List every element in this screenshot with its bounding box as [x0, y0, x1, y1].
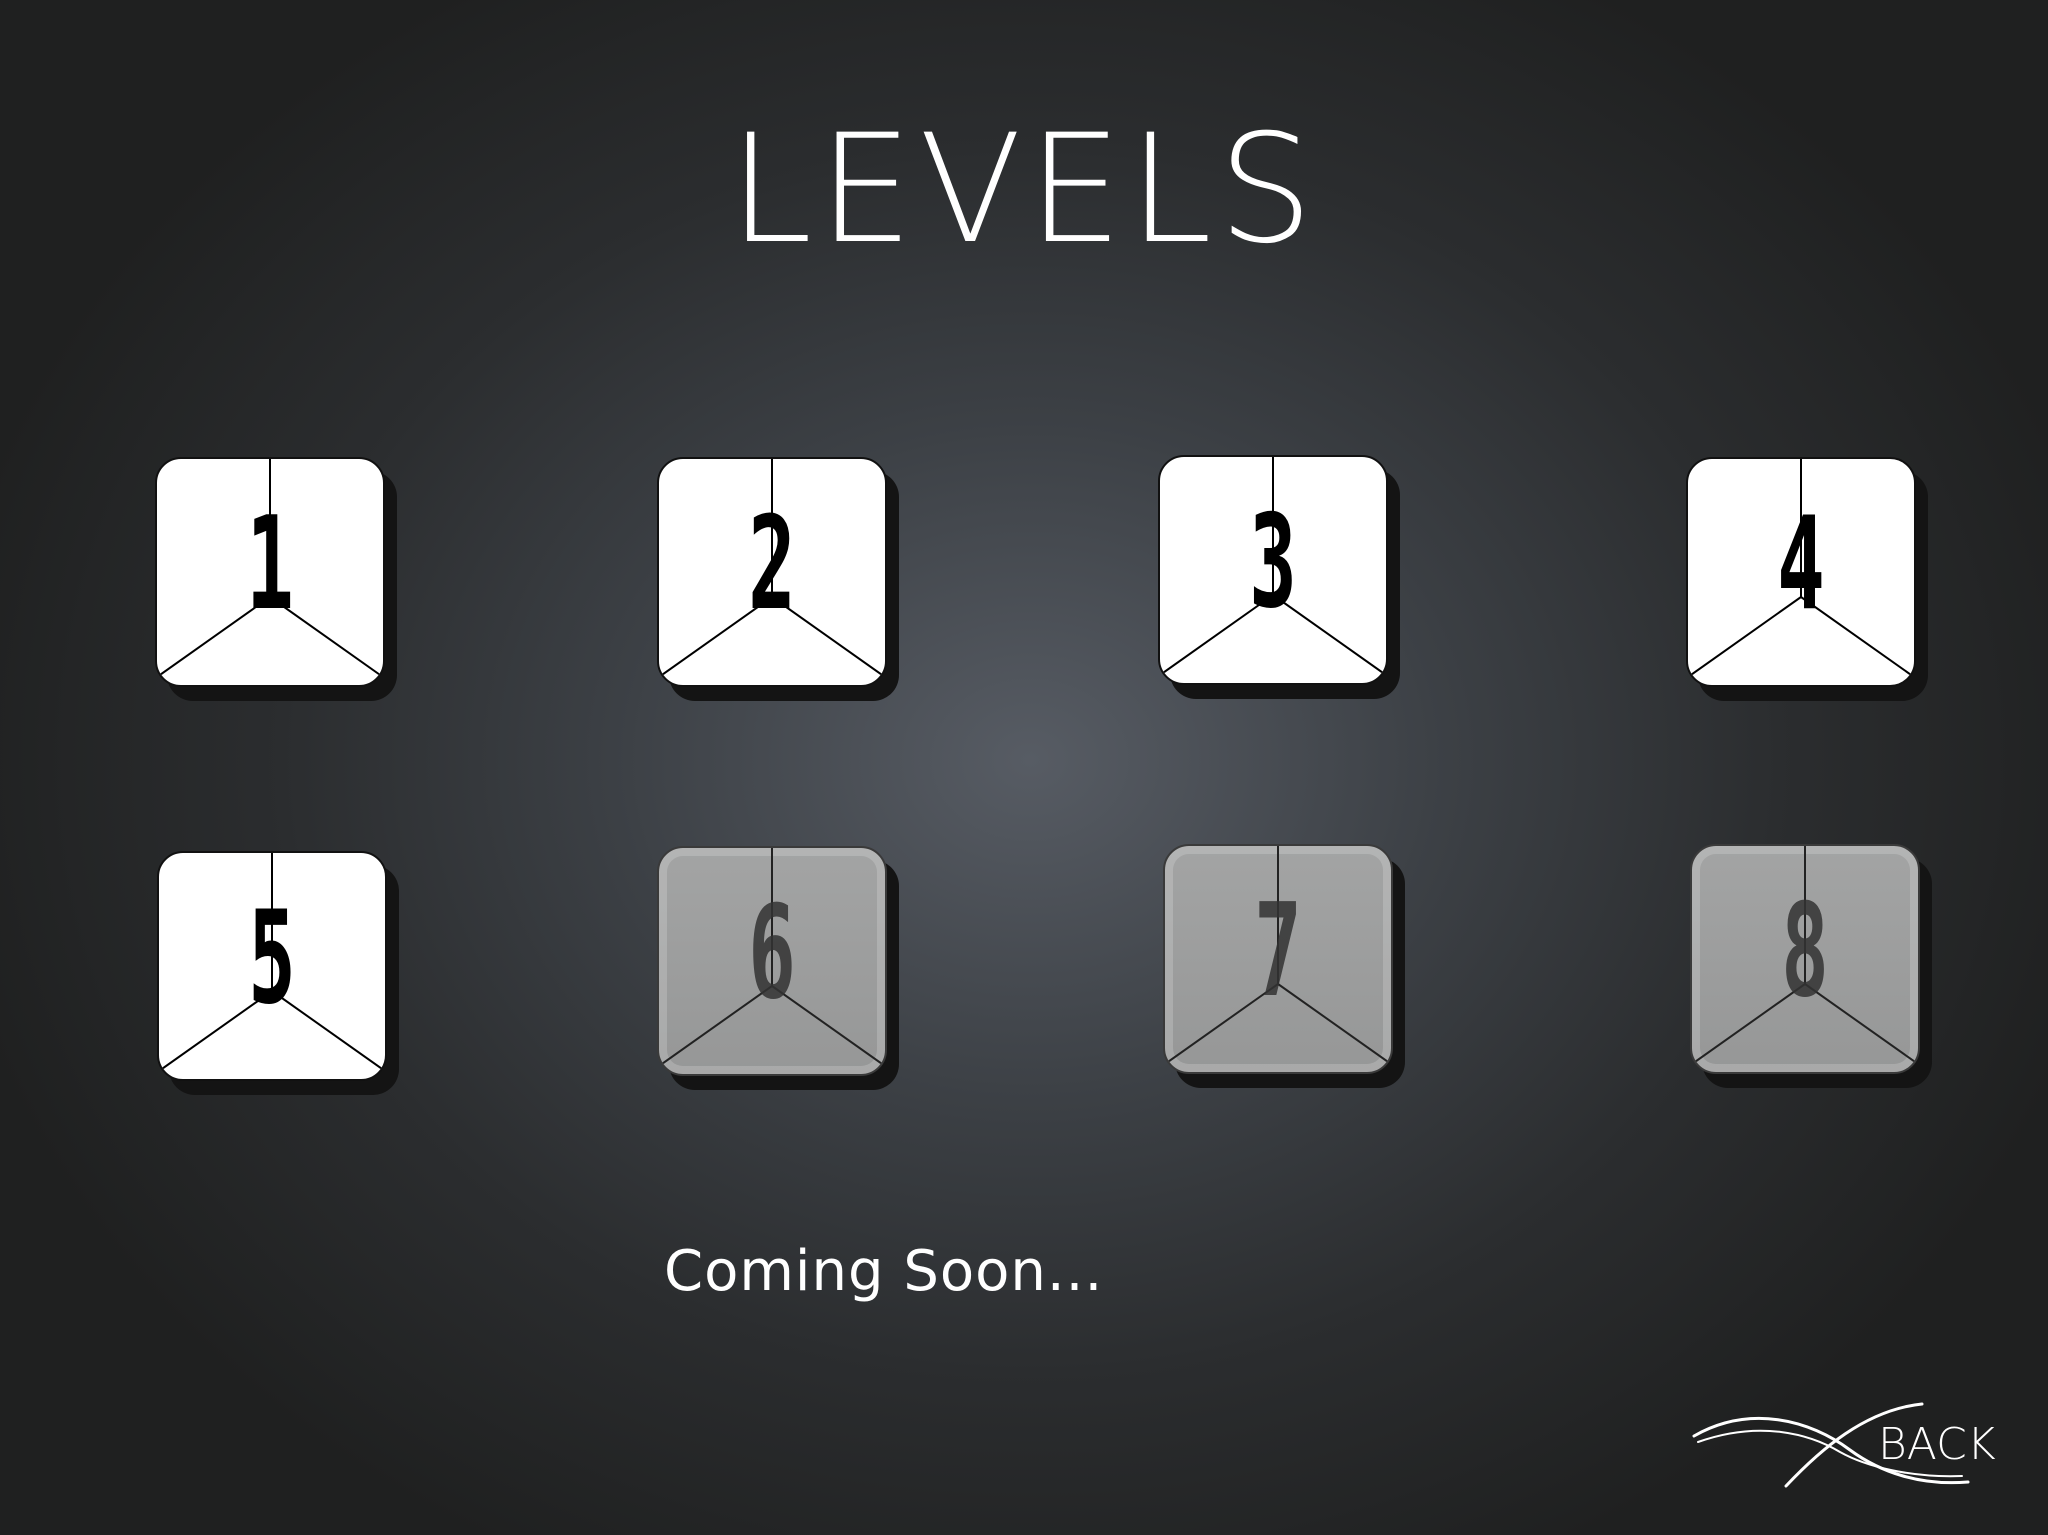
- level-3-button[interactable]: 3: [1158, 455, 1400, 699]
- level-5-button[interactable]: 5: [157, 851, 399, 1095]
- level-6-button[interactable]: 6: [657, 846, 899, 1090]
- level-number: 6: [748, 879, 796, 1028]
- coming-soon-text: Coming Soon...: [664, 1239, 1104, 1304]
- back-label: BACK: [1878, 1419, 1996, 1470]
- level-number: 8: [1781, 877, 1829, 1026]
- level-7-button[interactable]: 7: [1163, 844, 1405, 1088]
- level-number: 7: [1254, 877, 1302, 1026]
- level-number: 3: [1249, 488, 1297, 637]
- level-2-button[interactable]: 2: [657, 457, 899, 701]
- level-number: 1: [246, 490, 294, 639]
- level-4-button[interactable]: 4: [1686, 457, 1928, 701]
- back-button[interactable]: BACK: [1690, 1400, 1996, 1490]
- level-number: 2: [748, 490, 796, 639]
- level-number: 5: [248, 884, 296, 1033]
- level-1-button[interactable]: 1: [155, 457, 397, 701]
- level-8-button[interactable]: 8: [1690, 844, 1932, 1088]
- level-number: 4: [1777, 490, 1825, 639]
- page-title: LEVELS: [728, 103, 1320, 277]
